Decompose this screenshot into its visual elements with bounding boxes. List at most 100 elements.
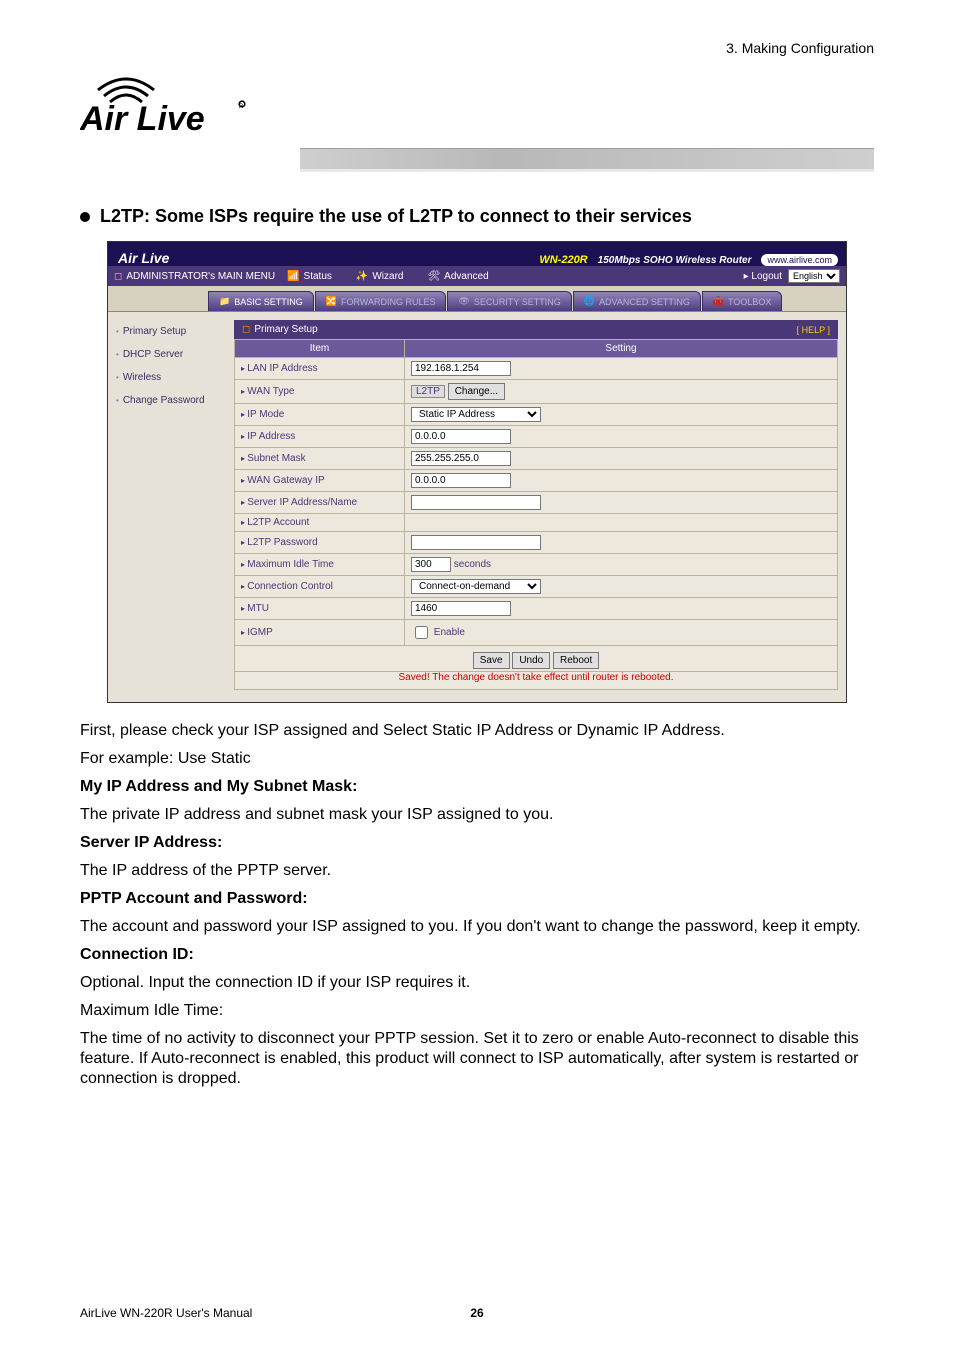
mtu-input[interactable]: [411, 601, 511, 616]
footer-text: AirLive WN-220R User's Manual: [80, 1306, 252, 1320]
row-l2tp-account-label: L2TP Account: [235, 514, 405, 532]
paragraph: First, please check your ISP assigned an…: [80, 721, 874, 741]
row-igmp-label: IGMP: [235, 620, 405, 646]
change-button[interactable]: Change...: [448, 383, 505, 400]
row-max-idle-label: Maximum Idle Time: [235, 554, 405, 576]
router-top-bar: Air Live WN-220R 150Mbps SOHO Wireless R…: [108, 242, 846, 266]
toolbox-icon: 🧰: [713, 296, 724, 307]
row-ip-mode-label: IP Mode: [235, 404, 405, 426]
status-text: Status: [304, 271, 332, 282]
panel-header: ◻ Primary Setup [ HELP ]: [234, 320, 838, 339]
connection-control-select[interactable]: Connect-on-demand: [411, 579, 541, 594]
product-subtitle: 150Mbps SOHO Wireless Router: [598, 255, 752, 266]
max-idle-input[interactable]: [411, 557, 451, 572]
sidebar: Primary Setup DHCP Server Wireless Chang…: [108, 312, 228, 702]
igmp-enable-checkbox[interactable]: [415, 626, 428, 639]
row-wan-gw-label: WAN Gateway IP: [235, 470, 405, 492]
svg-text:Air Live: Air Live: [80, 100, 205, 138]
admin-menu-label: ADMINISTRATOR's MAIN MENU: [126, 271, 275, 282]
globe-icon: 🌐: [584, 296, 595, 307]
tab-toolbox[interactable]: 🧰 TOOLBOX: [702, 291, 783, 311]
status-icon: 📶: [287, 271, 299, 282]
paragraph: Optional. Input the connection ID if you…: [80, 973, 874, 993]
nav-square-icon: ◻: [114, 271, 122, 282]
settings-tab-bar: 📁 BASIC SETTING 🔀 FORWARDING RULES 👁 SECURI…: [108, 286, 846, 312]
subheading: Server IP Address:: [80, 833, 874, 853]
product-name: WN-220R: [539, 254, 587, 266]
l2tp-password-input[interactable]: [411, 535, 541, 550]
sidebar-item-primary-setup[interactable]: Primary Setup: [108, 320, 228, 343]
row-wan-type-label: WAN Type: [235, 380, 405, 404]
wizard-link[interactable]: ✨ Wizard: [356, 271, 404, 282]
router-nav-bar: ◻ ADMINISTRATOR's MAIN MENU 📶 Status ✨ W…: [108, 266, 846, 286]
tab-sec-label: SECURITY SETTING: [474, 297, 561, 307]
sidebar-item-change-password[interactable]: Change Password: [108, 389, 228, 412]
decorative-band: [300, 148, 874, 170]
sidebar-item-wireless[interactable]: Wireless: [108, 366, 228, 389]
server-ip-input[interactable]: [411, 495, 541, 510]
row-subnet-mask-label: Subnet Mask: [235, 448, 405, 470]
wizard-icon: ✨: [356, 271, 368, 282]
subheading: PPTP Account and Password:: [80, 889, 874, 909]
lan-ip-input[interactable]: [411, 361, 511, 376]
brand-logo: Air Live R: [80, 62, 874, 148]
subnet-mask-input[interactable]: [411, 451, 511, 466]
panel-title: Primary Setup: [254, 324, 317, 335]
reboot-button[interactable]: Reboot: [553, 652, 599, 669]
paragraph: Maximum Idle Time:: [80, 1001, 874, 1021]
share-icon: 🔀: [326, 296, 337, 307]
eye-icon: 👁: [458, 296, 469, 307]
url-pill: www.airlive.com: [761, 254, 838, 266]
help-link[interactable]: [ HELP ]: [797, 325, 830, 335]
save-button[interactable]: Save: [473, 652, 510, 669]
folder-icon: 📁: [219, 296, 230, 307]
tab-fwd-label: FORWARDING RULES: [341, 297, 436, 307]
bullet-dot-icon: [80, 212, 90, 222]
chapter-label: 3. Making Configuration: [726, 40, 874, 56]
svg-text:R: R: [239, 104, 244, 110]
ip-mode-select[interactable]: Static IP Address: [411, 407, 541, 422]
tab-basic-label: BASIC SETTING: [234, 297, 303, 307]
paragraph: For example: Use Static: [80, 749, 874, 769]
tab-basic-setting[interactable]: 📁 BASIC SETTING: [208, 291, 314, 311]
advanced-link[interactable]: 🛠 Advanced: [427, 271, 488, 282]
sidebar-item-dhcp-server[interactable]: DHCP Server: [108, 343, 228, 366]
status-link[interactable]: 📶 Status: [287, 271, 332, 282]
max-idle-unit: seconds: [454, 559, 491, 570]
subheading: Connection ID:: [80, 945, 874, 965]
action-row: Save Undo Reboot: [234, 646, 838, 672]
saved-note: Saved! The change doesn't take effect un…: [234, 672, 838, 690]
paragraph: The IP address of the PPTP server.: [80, 861, 874, 881]
paragraph: The time of no activity to disconnect yo…: [80, 1029, 874, 1089]
settings-table: Item Setting LAN IP Address WAN Type L2T…: [234, 339, 838, 646]
row-lan-ip-label: LAN IP Address: [235, 358, 405, 380]
ip-address-input[interactable]: [411, 429, 511, 444]
page-footer: AirLive WN-220R User's Manual 26: [80, 1306, 874, 1320]
logout-link[interactable]: ▸ Logout: [744, 271, 782, 282]
advanced-icon: 🛠: [427, 271, 440, 282]
tab-advanced-setting[interactable]: 🌐 ADVANCED SETTING: [573, 291, 701, 311]
bullet-title-text: L2TP: Some ISPs require the use of L2TP …: [100, 206, 692, 227]
row-ip-address-label: IP Address: [235, 426, 405, 448]
undo-button[interactable]: Undo: [512, 652, 550, 669]
tab-security-setting[interactable]: 👁 SECURITY SETTING: [447, 291, 571, 311]
language-select[interactable]: English: [788, 269, 840, 283]
advanced-text: Advanced: [444, 271, 488, 282]
row-server-ip-label: Server IP Address/Name: [235, 492, 405, 514]
row-l2tp-password-label: L2TP Password: [235, 532, 405, 554]
col-item: Item: [235, 340, 405, 358]
wan-type-badge: L2TP: [411, 385, 445, 398]
paragraph: The private IP address and subnet mask y…: [80, 805, 874, 825]
bullet-heading: L2TP: Some ISPs require the use of L2TP …: [80, 206, 874, 227]
subheading: My IP Address and My Subnet Mask:: [80, 777, 874, 797]
row-mtu-label: MTU: [235, 598, 405, 620]
panel-square-icon: ◻: [242, 324, 250, 335]
row-conn-ctrl-label: Connection Control: [235, 576, 405, 598]
page-number: 26: [470, 1306, 483, 1320]
tab-forwarding-rules[interactable]: 🔀 FORWARDING RULES: [315, 291, 447, 311]
tab-tool-label: TOOLBOX: [728, 297, 771, 307]
col-setting: Setting: [405, 340, 838, 358]
wizard-text: Wizard: [372, 271, 403, 282]
wan-gateway-input[interactable]: [411, 473, 511, 488]
tab-adv-label: ADVANCED SETTING: [599, 297, 690, 307]
